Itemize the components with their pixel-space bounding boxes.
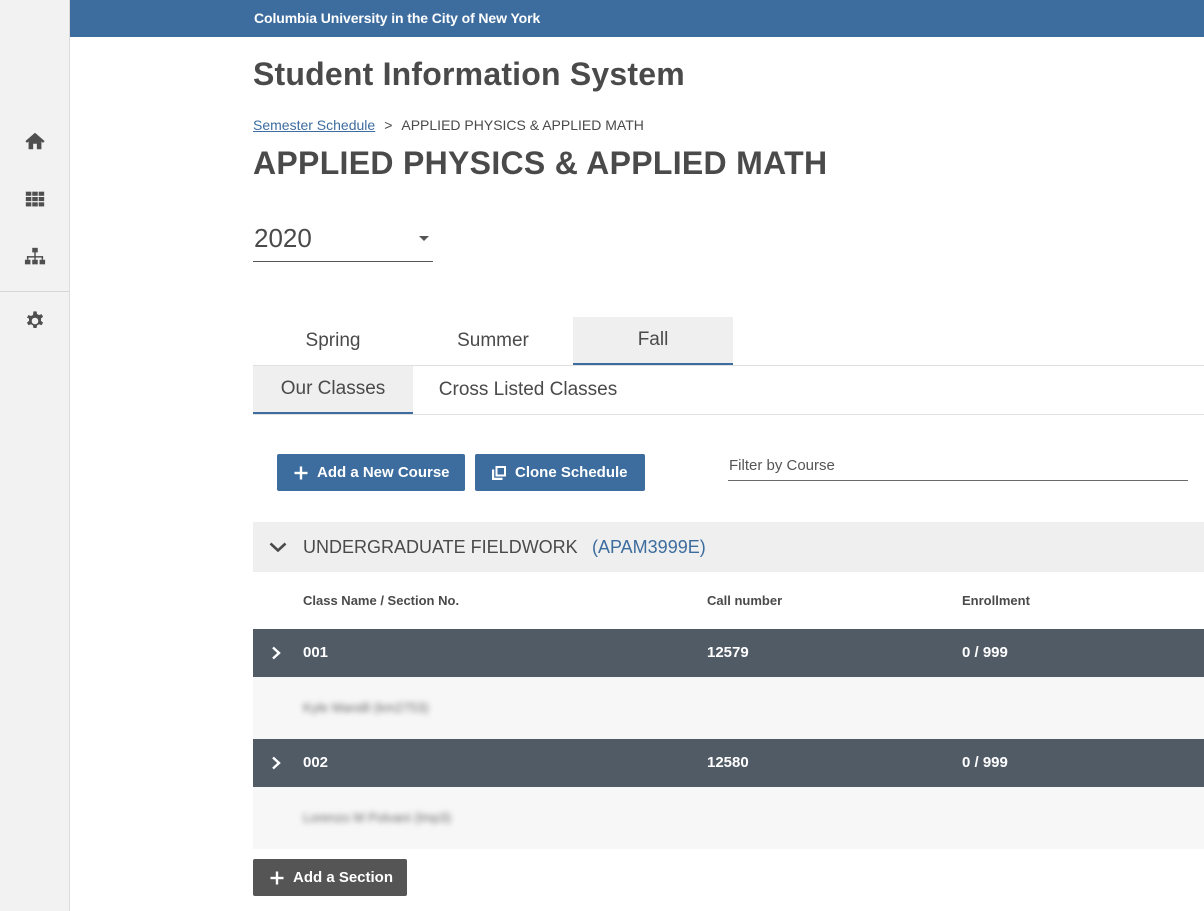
university-banner: Columbia University in the City of New Y… [70, 0, 1204, 37]
plus-icon [293, 465, 309, 481]
call-number: 12579 [707, 644, 749, 661]
table-row[interactable]: 001 12579 0 / 999 [253, 629, 1204, 677]
add-section-button[interactable]: Add a Section [253, 859, 407, 896]
app-title: Student Information System [253, 56, 685, 92]
chevron-right-icon[interactable] [267, 753, 285, 773]
enrollment: 0 / 999 [962, 754, 1008, 771]
nav-grid-button[interactable] [17, 181, 53, 217]
add-new-course-label: Add a New Course [317, 464, 450, 481]
nav-divider [0, 291, 70, 292]
university-name: Columbia University in the City of New Y… [254, 10, 541, 26]
sitemap-icon [24, 247, 46, 265]
instructor-name: Lorenzo M Polvani (lmp3) [303, 810, 452, 825]
call-number: 12580 [707, 754, 749, 771]
chevron-right-icon[interactable] [267, 643, 285, 663]
add-section-label: Add a Section [293, 869, 394, 886]
course-header: UNDERGRADUATE FIELDWORK (APAM3999E) [253, 522, 1204, 572]
class-tabs-divider [253, 414, 1204, 415]
instructor-row: Lorenzo M Polvani (lmp3) [253, 787, 1204, 849]
course-name: UNDERGRADUATE FIELDWORK [303, 537, 578, 557]
tab-fall[interactable]: Fall [573, 317, 733, 365]
breadcrumb-separator: > [384, 117, 393, 133]
page-title: APPLIED PHYSICS & APPLIED MATH [253, 145, 828, 181]
clone-schedule-button[interactable]: Clone Schedule [475, 454, 645, 491]
enrollment: 0 / 999 [962, 644, 1008, 661]
tab-spring[interactable]: Spring [253, 317, 413, 365]
grid-icon [25, 191, 45, 207]
clone-icon [491, 465, 507, 481]
table-row[interactable]: 002 12580 0 / 999 [253, 739, 1204, 787]
filter-by-course-input[interactable] [728, 451, 1188, 479]
breadcrumb-semester-schedule-link[interactable]: Semester Schedule [253, 117, 375, 133]
home-icon [25, 132, 45, 150]
tab-summer[interactable]: Summer [413, 317, 573, 365]
add-new-course-button[interactable]: Add a New Course [277, 454, 465, 491]
gear-icon [26, 311, 44, 329]
left-nav-rail [0, 0, 70, 911]
caret-down-icon [419, 236, 429, 241]
breadcrumb-current: APPLIED PHYSICS & APPLIED MATH [401, 117, 644, 133]
section-number: 002 [303, 754, 329, 771]
instructor-name: Kyle Mandil (km2753) [303, 700, 429, 715]
page: Columbia University in the City of New Y… [0, 0, 1204, 911]
filter-by-course [728, 451, 1188, 481]
nav-hierarchy-button[interactable] [17, 239, 53, 275]
plus-icon [269, 870, 285, 886]
year-select[interactable]: 2020 [253, 215, 433, 262]
column-header-enrollment: Enrollment [962, 593, 1030, 608]
column-header-call-number: Call number [707, 593, 783, 608]
clone-schedule-label: Clone Schedule [515, 464, 628, 481]
section-number: 001 [303, 644, 329, 661]
course-code-link[interactable]: (APAM3999E) [592, 537, 706, 558]
breadcrumb: Semester Schedule > APPLIED PHYSICS & APPL… [253, 117, 644, 133]
column-header-class-name: Class Name / Section No. [303, 593, 460, 608]
instructor-row: Kyle Mandil (km2753) [253, 677, 1204, 739]
tab-our-classes[interactable]: Our Classes [253, 366, 413, 414]
chevron-down-icon[interactable] [268, 537, 288, 557]
class-tabs: Our Classes Cross Listed Classes [253, 366, 643, 414]
nav-home-button[interactable] [17, 123, 53, 159]
semester-tabs: Spring Summer Fall [253, 317, 733, 365]
nav-settings-button[interactable] [17, 303, 53, 339]
year-select-value: 2020 [254, 223, 312, 253]
tab-cross-listed-classes[interactable]: Cross Listed Classes [413, 366, 643, 414]
